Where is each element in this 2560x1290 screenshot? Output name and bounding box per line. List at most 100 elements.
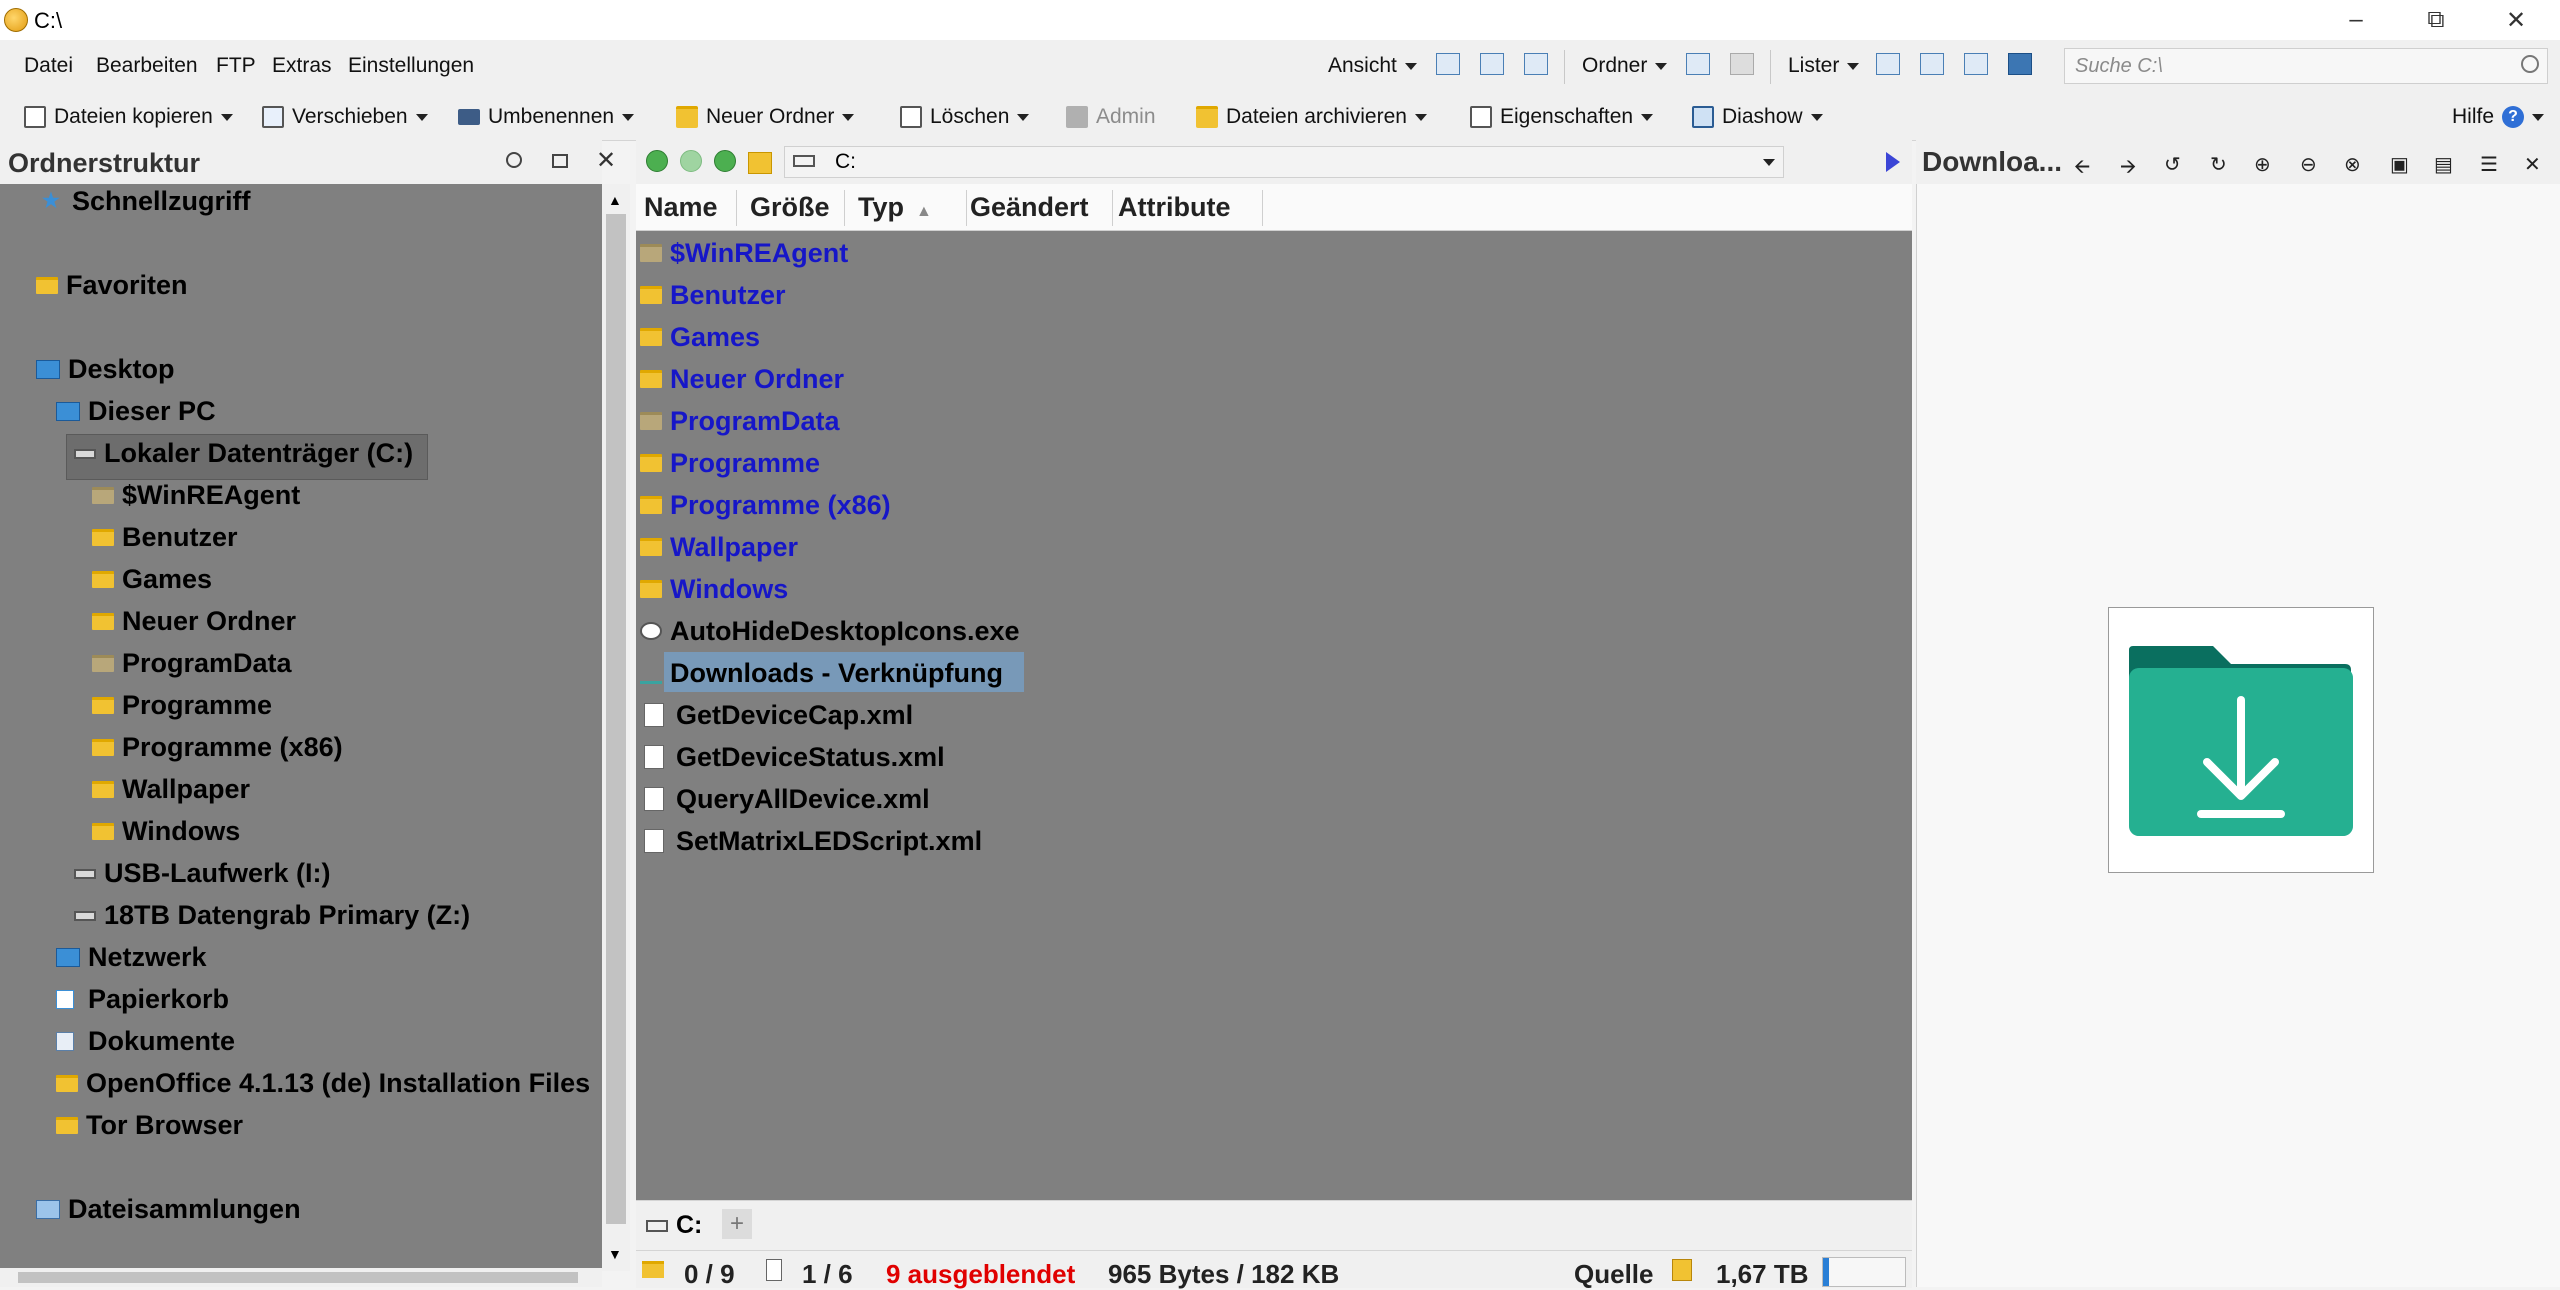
admin-button[interactable]: Admin <box>1066 103 1156 131</box>
menu-datei[interactable]: Datei <box>24 54 73 78</box>
rotate-left-icon[interactable]: ↺ <box>2164 152 2181 177</box>
file-row-selected[interactable]: Downloads - Verknüpfung <box>640 653 1003 693</box>
file-row[interactable]: Programme (x86) <box>640 485 891 525</box>
column-size[interactable]: Größe <box>750 192 830 223</box>
tree-horizontal-scrollbar[interactable] <box>0 1268 602 1287</box>
archive-files-button[interactable]: Dateien archivieren <box>1196 103 1427 131</box>
add-tab-button[interactable]: + <box>722 1209 752 1239</box>
tree-item-folder[interactable]: Games <box>92 564 212 595</box>
file-row[interactable]: Neuer Ordner <box>640 359 844 399</box>
undock-icon[interactable] <box>552 154 568 168</box>
file-row[interactable]: $WinREAgent <box>640 233 848 273</box>
view-thumbnails-icon[interactable] <box>1524 53 1548 75</box>
restore-button[interactable]: ⧉ <box>2396 0 2476 40</box>
zoom-in-icon[interactable]: ⊕ <box>2254 152 2271 177</box>
tree-item-folder[interactable]: Neuer Ordner <box>92 606 296 637</box>
close-icon[interactable]: ✕ <box>2524 152 2541 177</box>
tree-item-folder[interactable]: ProgramData <box>92 648 292 679</box>
chevron-down-icon[interactable] <box>842 113 855 121</box>
tree-item-folder[interactable]: Programme <box>92 690 272 721</box>
properties-button[interactable]: Eigenschaften <box>1470 103 1654 131</box>
lister-dual-icon[interactable] <box>1920 53 1944 75</box>
chevron-down-icon[interactable] <box>415 113 428 121</box>
rotate-right-icon[interactable]: ↻ <box>2210 152 2227 177</box>
delete-button[interactable]: Löschen <box>900 103 1030 131</box>
hidden-count[interactable]: 9 ausgeblendet <box>886 1259 1075 1290</box>
tree-item-data-drive[interactable]: 18TB Datengrab Primary (Z:) <box>74 900 470 931</box>
tree-item-usb-drive[interactable]: USB-Laufwerk (I:) <box>74 858 331 889</box>
search-icon[interactable] <box>506 152 522 168</box>
lister-single-icon[interactable] <box>1876 53 1900 75</box>
tree-item-this-pc[interactable]: Dieser PC <box>56 396 216 427</box>
tree-item-folder[interactable]: Benutzer <box>92 522 238 553</box>
scroll-down-icon[interactable]: ▼ <box>608 1246 622 1262</box>
tree-item-quick-access[interactable]: ★ Schnellzugriff <box>42 186 251 217</box>
file-row[interactable]: Benutzer <box>640 275 786 315</box>
chevron-down-icon[interactable] <box>622 113 635 121</box>
new-folder-button[interactable]: Neuer Ordner <box>676 103 855 131</box>
up-icon[interactable] <box>714 150 736 172</box>
tree-item-network[interactable]: Netzwerk <box>56 942 207 973</box>
view-details-icon[interactable] <box>1436 53 1460 75</box>
tree-item-folder[interactable]: $WinREAgent <box>92 480 300 511</box>
menu-ftp[interactable]: FTP <box>216 54 256 78</box>
path-field[interactable]: C: <box>784 146 1784 178</box>
folder-menu[interactable]: Ordner <box>1582 54 1668 78</box>
tree-item-local-disk-c[interactable]: Lokaler Datenträger (C:) <box>74 438 413 469</box>
scrollbar-thumb[interactable] <box>18 1272 578 1283</box>
minimize-button[interactable]: – <box>2316 0 2396 40</box>
file-row[interactable]: GetDeviceStatus.xml <box>640 737 945 777</box>
view-list-icon[interactable] <box>1480 53 1504 75</box>
column-separator[interactable] <box>844 190 845 226</box>
menu-einstellungen[interactable]: Einstellungen <box>348 54 474 78</box>
file-row[interactable]: QueryAllDevice.xml <box>640 779 930 819</box>
scrollbar-thumb[interactable] <box>606 214 626 1224</box>
column-name[interactable]: Name <box>644 192 718 223</box>
tree-item-documents[interactable]: Dokumente <box>56 1026 235 1057</box>
chevron-down-icon[interactable] <box>1763 159 1775 166</box>
column-separator[interactable] <box>1262 190 1263 226</box>
slideshow-button[interactable]: Diashow <box>1692 103 1823 131</box>
file-row[interactable]: GetDeviceCap.xml <box>640 695 913 735</box>
tree-item-desktop[interactable]: Desktop <box>36 354 175 385</box>
file-row[interactable]: ProgramData <box>640 401 840 441</box>
zoom-out-icon[interactable]: ⊖ <box>2300 152 2317 177</box>
lister-menu[interactable]: Lister <box>1788 54 1860 78</box>
menu-bearbeiten[interactable]: Bearbeiten <box>96 54 198 78</box>
file-row[interactable]: Windows <box>640 569 788 609</box>
fullscreen-icon[interactable]: ▤ <box>2434 152 2453 177</box>
tree-item-folder[interactable]: Wallpaper <box>92 774 250 805</box>
column-separator[interactable] <box>1112 190 1113 226</box>
file-row[interactable]: SetMatrixLEDScript.xml <box>640 821 982 861</box>
menu-extras[interactable]: Extras <box>272 54 332 78</box>
column-modified[interactable]: Geändert <box>970 192 1089 223</box>
chevron-down-icon[interactable] <box>1641 113 1654 121</box>
lister-preview-icon[interactable] <box>2008 53 2032 75</box>
view-menu[interactable]: Ansicht <box>1328 54 1417 78</box>
play-icon[interactable] <box>1886 152 1900 172</box>
column-separator[interactable] <box>966 190 967 226</box>
folder-layout-icon[interactable] <box>1686 53 1710 75</box>
chevron-down-icon[interactable] <box>2532 113 2545 121</box>
rename-button[interactable]: Umbenennen <box>458 103 635 131</box>
forward-icon[interactable] <box>680 150 702 172</box>
file-row[interactable]: Wallpaper <box>640 527 798 567</box>
back-icon[interactable] <box>646 150 668 172</box>
fit-window-icon[interactable]: ▣ <box>2390 152 2409 177</box>
help-button[interactable]: Hilfe? <box>2452 103 2545 131</box>
chevron-down-icon[interactable] <box>220 113 233 121</box>
tree-item-collections[interactable]: Dateisammlungen <box>36 1194 301 1225</box>
tree-item-folder[interactable]: Programme (x86) <box>92 732 343 763</box>
lister-tree-icon[interactable] <box>1964 53 1988 75</box>
scroll-up-icon[interactable]: ▲ <box>608 192 622 208</box>
chevron-down-icon[interactable] <box>1017 113 1030 121</box>
move-button[interactable]: Verschieben <box>262 103 428 131</box>
tree-item-openoffice[interactable]: OpenOffice 4.1.13 (de) Installation File… <box>56 1068 590 1099</box>
arrow-left-icon[interactable]: 🡨 <box>2074 152 2090 186</box>
folder-layout-2-icon[interactable] <box>1730 53 1754 75</box>
tree-item-tor-browser[interactable]: Tor Browser <box>56 1110 243 1141</box>
file-row[interactable]: AutoHideDesktopIcons.exe <box>640 611 1020 651</box>
tree-item-favorites[interactable]: Favoriten <box>36 270 188 301</box>
column-separator[interactable] <box>736 190 737 226</box>
column-type[interactable]: Typ ▲ <box>858 192 932 223</box>
